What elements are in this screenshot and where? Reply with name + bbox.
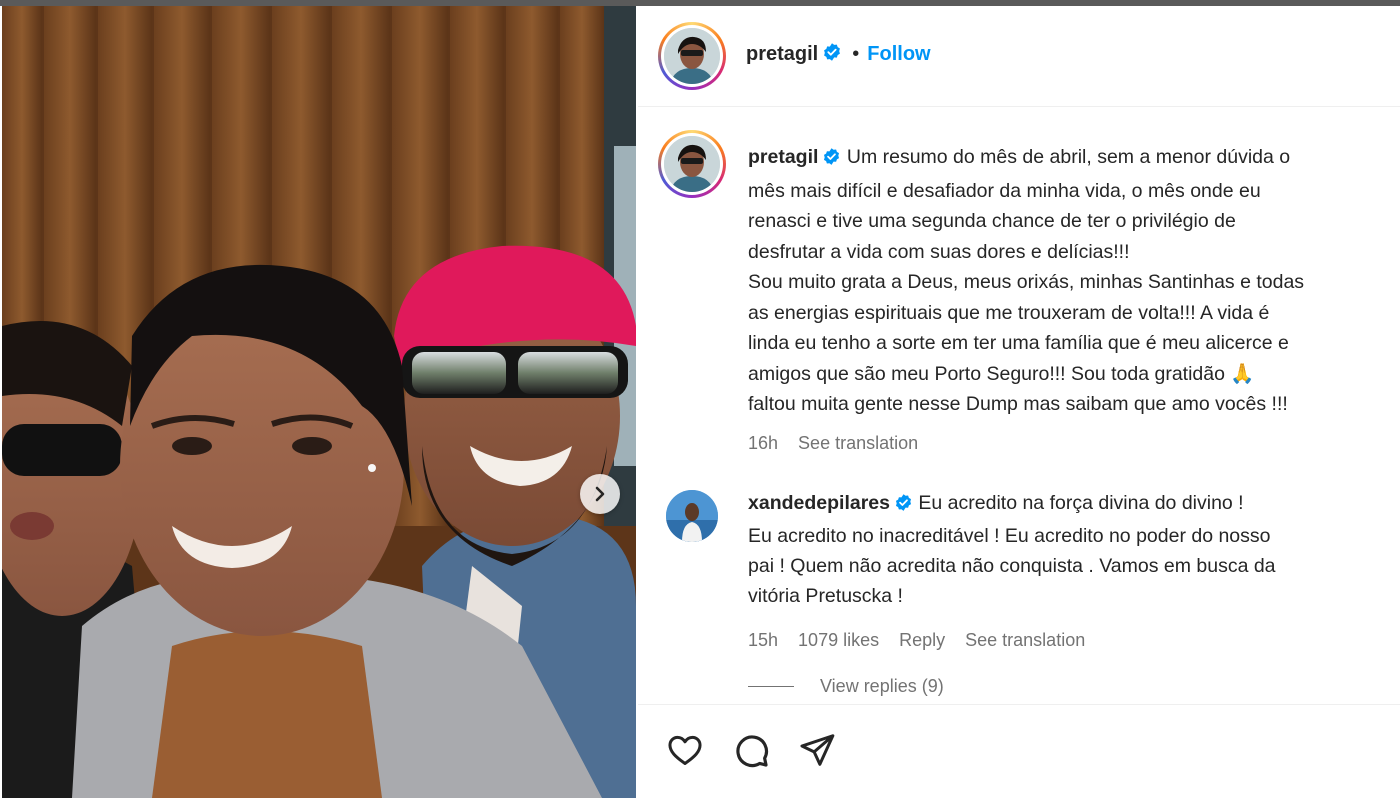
comment-icon (736, 735, 768, 768)
caption-line: as energias espirituais que me trouxeram… (748, 301, 1270, 324)
author-avatar-image (664, 28, 720, 84)
comment-see-translation[interactable]: See translation (965, 625, 1085, 655)
caption-line: renasci e tive uma segunda chance de ter… (748, 210, 1236, 232)
caption-line: faltou muita gente nesse Dump mas saibam… (748, 393, 1288, 415)
caption-author-avatar-image (664, 136, 720, 192)
follow-button[interactable]: Follow (867, 43, 930, 66)
post-photo-illustration (2, 6, 636, 798)
comment-line: vitória Pretuscka ! (748, 585, 903, 607)
caption-line: pretagil Um resumo do mês de abril, sem … (748, 142, 1400, 176)
commenter-avatar[interactable] (666, 490, 718, 542)
caption-line: mês mais difícil e desafiador da minha v… (748, 179, 1261, 202)
comment-text: xandedepilares Eu acredito na força divi… (748, 488, 1400, 655)
caption-line: desfrutar a vida com suas dores e delíci… (748, 240, 1130, 263)
author-username[interactable]: pretagil (746, 43, 818, 66)
post-side-panel: pretagil • Follow pretagil Um resumo do … (638, 6, 1400, 798)
post-header: pretagil • Follow (638, 6, 1400, 107)
caption-see-translation[interactable]: See translation (798, 428, 918, 459)
comment-likes-count[interactable]: 1079 likes (798, 625, 879, 655)
caption-username[interactable]: pretagil (748, 146, 818, 168)
comment-line: xandedepilares Eu acredito na força divi… (748, 488, 1400, 521)
commenter-username[interactable]: xandedepilares (748, 492, 890, 514)
verified-badge-icon (822, 145, 841, 176)
header-separator: • (852, 43, 860, 65)
caption-timestamp[interactable]: 16h (748, 428, 778, 459)
comment-reply-button[interactable]: Reply (899, 625, 945, 655)
caption-line: linda eu tenho a sorte em ter uma famíli… (748, 332, 1289, 354)
comment-timestamp[interactable]: 15h (748, 625, 778, 655)
caption-meta: 16h See translation (748, 428, 1400, 459)
header-info: pretagil • Follow (746, 42, 931, 67)
like-button[interactable] (664, 729, 706, 771)
share-icon (800, 734, 835, 766)
caption-author-avatar[interactable] (658, 130, 726, 198)
share-button[interactable] (796, 729, 838, 771)
view-replies-button[interactable]: View replies (9) (748, 676, 944, 697)
comment-line: Eu acredito no inacreditável ! Eu acredi… (748, 525, 1271, 547)
verified-badge-icon (894, 491, 913, 521)
replies-divider-line (748, 686, 794, 687)
comment-line-text: Eu acredito na força divina do divino ! (918, 492, 1244, 514)
chevron-right-icon (595, 486, 605, 502)
caption-text: pretagil Um resumo do mês de abril, sem … (748, 142, 1400, 458)
caption-line-text: Um resumo do mês de abril, sem a menor d… (846, 146, 1291, 168)
post-photo[interactable] (2, 6, 636, 798)
view-replies-label: View replies (9) (820, 676, 944, 696)
comment-meta: 15h 1079 likes Reply See translation (748, 625, 1400, 655)
commenter-avatar-image (666, 490, 718, 542)
author-avatar[interactable] (658, 22, 726, 90)
caption-line: amigos que são meu Porto Seguro!!! Sou t… (748, 362, 1255, 385)
verified-badge-icon (822, 42, 842, 67)
caption-line: Sou muito grata a Deus, meus orixás, min… (748, 271, 1305, 293)
post-actions-bar (638, 704, 1400, 798)
heart-icon (668, 735, 702, 765)
comment-line: pai ! Quem não acredita não conquista . … (748, 555, 1276, 577)
comment-button[interactable] (730, 729, 772, 771)
next-photo-button[interactable] (580, 474, 620, 514)
